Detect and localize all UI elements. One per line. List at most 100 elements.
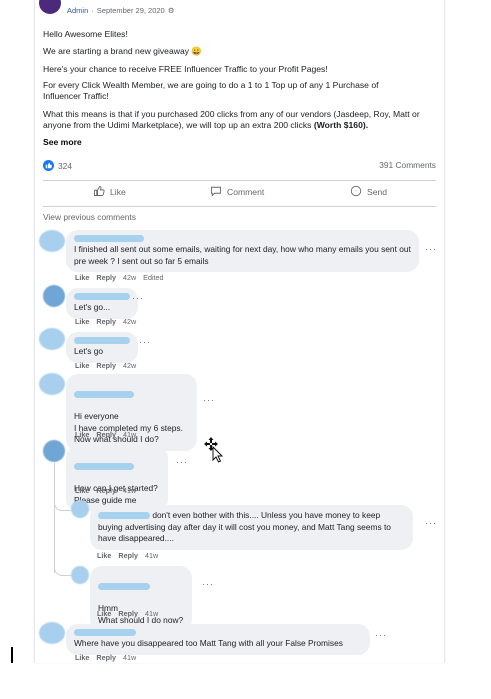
post-paragraph-5: What this means is that if you purchased… xyxy=(43,109,428,131)
speech-bubble-icon xyxy=(210,185,222,199)
move-cursor-icon xyxy=(204,437,224,468)
commenter-avatar[interactable] xyxy=(39,622,65,644)
replier-avatar[interactable] xyxy=(71,500,89,518)
author-avatar[interactable] xyxy=(39,0,61,14)
reply-reply-button[interactable]: Reply xyxy=(118,551,138,560)
comment-like-button[interactable]: Like xyxy=(75,653,89,662)
comment-meta: Like Reply 41w xyxy=(75,430,136,439)
comment-time[interactable]: 41w xyxy=(123,430,136,439)
thumbs-up-icon xyxy=(93,185,105,199)
commenter-name-redacted[interactable] xyxy=(74,629,136,636)
comment-text: Let's go xyxy=(74,346,104,356)
comment-reply-button[interactable]: Reply xyxy=(96,317,116,326)
view-previous-comments-link[interactable]: View previous comments xyxy=(43,212,136,222)
commenter-name-redacted[interactable] xyxy=(74,293,130,300)
messenger-icon xyxy=(350,185,362,199)
comment-reply-button[interactable]: Reply xyxy=(96,653,116,662)
reply-time[interactable]: 41w xyxy=(145,609,158,618)
comment-edited-label: Edited xyxy=(143,273,164,282)
commenter-avatar[interactable] xyxy=(39,230,65,252)
comment-like-button[interactable]: Like xyxy=(75,317,89,326)
comment-text: Where have you disappeared too Matt Tang… xyxy=(74,638,343,648)
comment-like-button[interactable]: Like xyxy=(75,430,89,439)
reply-bubble: don't even bother with this.... Unless y… xyxy=(90,505,413,550)
reply-reply-button[interactable]: Reply xyxy=(118,609,138,618)
replier-avatar[interactable] xyxy=(71,566,89,584)
comments-count-link[interactable]: 391 Comments xyxy=(379,160,436,170)
commenter-avatar[interactable] xyxy=(43,285,65,307)
commenter-name-redacted[interactable] xyxy=(74,462,134,470)
comment-options-icon[interactable]: ··· xyxy=(425,244,437,254)
comment-button[interactable]: Comment xyxy=(210,185,264,199)
post-card: Admin · September 29, 2020 ⚙ Hello Aweso… xyxy=(34,0,445,663)
reply-thread-line xyxy=(54,463,56,573)
comment-like-button[interactable]: Like xyxy=(75,486,89,495)
comment-time[interactable]: 42w xyxy=(123,317,136,326)
comment-reply-button[interactable]: Reply xyxy=(96,430,116,439)
comment-options-icon[interactable]: ··· xyxy=(375,630,387,640)
commenter-avatar[interactable] xyxy=(39,328,65,350)
send-button[interactable]: Send xyxy=(350,185,387,199)
post-paragraph-2: We are starting a brand new giveaway 😀 xyxy=(43,46,203,56)
see-more-link[interactable]: See more xyxy=(43,137,82,147)
comment-meta: Like Reply 42w xyxy=(75,317,136,326)
comment-reply-button[interactable]: Reply xyxy=(96,361,116,370)
comment-like-button[interactable]: Like xyxy=(75,361,89,370)
comment-options-icon[interactable]: ··· xyxy=(203,395,215,405)
comment-text: Let's go... xyxy=(74,302,111,312)
post-date[interactable]: September 29, 2020 xyxy=(97,6,165,15)
reactions-row: 324 391 Comments xyxy=(43,160,436,174)
post-header: Admin · September 29, 2020 ⚙ xyxy=(39,0,175,20)
comment-time[interactable]: 41w xyxy=(123,653,136,662)
reply-meta: Like Reply 41w xyxy=(97,609,158,618)
send-button-label: Send xyxy=(367,187,388,197)
reply-connector xyxy=(54,563,71,576)
comment-bubble: Where have you disappeared too Matt Tang… xyxy=(66,624,370,655)
reply-bubble: Hmm What should I do now? xyxy=(90,566,192,631)
post-paragraph-1: Hello Awesome Elites! xyxy=(43,29,128,39)
comment-text: Hi everyone I have completed my 6 steps.… xyxy=(74,411,183,444)
reply-connector xyxy=(54,498,71,511)
comment-options-icon[interactable]: ··· xyxy=(132,293,144,303)
commenter-name-redacted[interactable] xyxy=(74,235,144,242)
comment-bubble: Hi everyone I have completed my 6 steps.… xyxy=(66,374,197,451)
comment-time[interactable]: 42w xyxy=(123,361,136,370)
commenter-avatar[interactable] xyxy=(43,440,65,462)
reply-like-button[interactable]: Like xyxy=(97,551,111,560)
author-role-badge: Admin xyxy=(67,5,89,15)
comment-button-label: Comment xyxy=(227,187,265,197)
like-count: 324 xyxy=(58,160,72,171)
comment-like-button[interactable]: Like xyxy=(75,273,89,282)
comment-meta: Like Reply 41w xyxy=(75,486,136,495)
privacy-icon: ⚙ xyxy=(167,5,175,15)
comment-time[interactable]: 41w xyxy=(123,486,136,495)
reply-meta: Like Reply 41w xyxy=(97,551,158,560)
comment-meta: Like Reply 41w xyxy=(75,653,136,662)
like-button-label: Like xyxy=(110,187,126,197)
reply-time[interactable]: 41w xyxy=(145,551,158,560)
comment-reply-button[interactable]: Reply xyxy=(96,486,116,495)
replier-name-redacted[interactable] xyxy=(98,512,150,520)
commenter-name-redacted[interactable] xyxy=(74,337,130,344)
post-worth: (Worth $160). xyxy=(313,120,369,130)
reply-options-icon[interactable]: ··· xyxy=(425,518,437,528)
reply-options-icon[interactable]: ··· xyxy=(202,579,214,589)
text-caret xyxy=(11,647,13,663)
reaction-summary[interactable]: 324 xyxy=(43,160,72,171)
commenter-name-redacted[interactable] xyxy=(74,390,134,398)
comment-reply-button[interactable]: Reply xyxy=(96,273,116,282)
commenter-avatar[interactable] xyxy=(39,373,65,395)
post-actions-bar: Like Comment Send xyxy=(43,182,436,206)
comment-time[interactable]: 42w xyxy=(123,273,136,282)
comment-options-icon[interactable]: ··· xyxy=(139,337,151,347)
reply-like-button[interactable]: Like xyxy=(97,609,111,618)
comment-meta: Like Reply 42w xyxy=(75,361,136,370)
divider-bottom xyxy=(43,206,436,207)
post-paragraph-4: For every Click Wealth Member, we are go… xyxy=(43,80,379,101)
comment-bubble: Let's go... xyxy=(66,288,138,319)
like-button[interactable]: Like xyxy=(93,185,126,199)
replier-name-redacted[interactable] xyxy=(98,582,150,590)
comment-bubble: Let's go xyxy=(66,332,138,363)
comment-options-icon[interactable]: ··· xyxy=(176,457,188,467)
post-paragraph-3: Here's your chance to receive FREE Influ… xyxy=(43,64,328,74)
